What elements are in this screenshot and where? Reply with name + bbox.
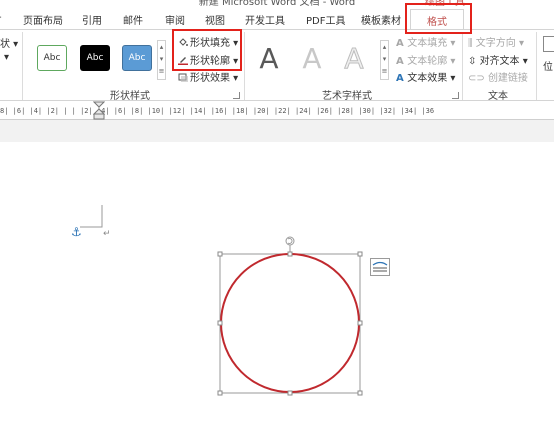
shape-style-white-label: Abc [43,53,61,63]
tab-mailings[interactable]: 邮件 [123,12,143,27]
tab-references[interactable]: 引用 [82,12,102,27]
text-effects-label: 文本效果 [407,73,448,84]
chevron-down-icon[interactable]: ▾ [381,53,388,65]
chevron-up-icon[interactable]: ▴ [381,41,388,53]
resize-handle-bottom-left[interactable] [217,390,223,396]
text-outline-button[interactable]: A 文本轮廓 ▾ [396,52,455,67]
chevron-down-icon: ▾ [447,56,456,67]
chevron-down-icon: ▾ [447,38,456,49]
shape-style-black-label: Abc [86,53,104,63]
wordart-style-outline[interactable]: A [341,41,367,75]
group-separator [462,32,463,100]
align-text-icon: ⇳ [468,56,480,67]
text-fill-button[interactable]: A 文本填充 ▾ [396,34,455,49]
paragraph-mark-icon: ↵ [103,229,111,239]
circle-outline [220,253,360,393]
selected-circle-shape[interactable] [212,232,370,400]
tab-view[interactable]: 视图 [205,12,225,27]
gallery-more-icon[interactable]: ≡ [381,65,388,77]
text-direction-button[interactable]: ⫼ 文字方向 ▾ [468,34,524,49]
resize-handle-top[interactable] [287,251,293,257]
group-separator [22,32,23,100]
shape-style-blue-label: Abc [128,53,146,63]
ruler-scale: 8| |6| |4| |2| | | |2| |4| |6| |8| |10| … [0,107,435,115]
text-fill-label: 文本填充 [407,38,448,49]
tab-templates[interactable]: 模板素材 [361,12,401,27]
text-outline-icon: A [396,56,408,67]
chevron-down-icon: ▾ [515,38,524,49]
highlight-box-shape-fill-outline [172,29,242,71]
position-partial-label[interactable]: 位 [543,58,553,73]
text-direction-label: 文字方向 [475,38,516,49]
indent-marker-icon[interactable] [93,101,105,120]
gallery-scroll[interactable]: ▴ ▾ ≡ [157,40,166,80]
document-gap [0,120,554,142]
tab-developer[interactable]: 开发工具 [245,12,285,27]
shape-effects-label: 形状效果 [190,73,230,84]
chevron-down-icon: ▾ [230,73,239,84]
chevron-down-icon: ▾ [447,73,456,84]
align-text-label: 对齐文本 [479,56,520,67]
tab-partial-left[interactable]: - [0,12,2,23]
chevron-down-icon[interactable]: ▾ [158,53,165,65]
link-icon: ⊂⊃ [468,73,488,84]
group-label-wordart: 艺术字样式 [322,91,372,102]
dialog-launcher-icon[interactable] [452,92,459,99]
partial-left-label: 状 [0,39,10,50]
group-label-shape-styles: 形状样式 [110,91,150,102]
tab-review[interactable]: 审阅 [165,12,185,27]
position-icon[interactable] [543,36,554,52]
chevron-down-icon: ▾ [10,39,19,50]
text-fill-icon: A [396,38,408,49]
gallery-more-icon[interactable]: ≡ [158,65,165,77]
resize-handle-bottom[interactable] [287,390,293,396]
align-text-button[interactable]: ⇳ 对齐文本 ▾ [468,52,528,67]
shape-effects-button[interactable]: 形状效果 ▾ [178,69,238,84]
shape-style-black[interactable]: Abc [80,45,110,71]
group-label-text: 文本 [488,91,508,102]
text-outline-label: 文本轮廓 [407,56,448,67]
text-direction-icon: ⫼ [468,38,476,49]
text-effects-button[interactable]: A 文本效果 ▾ [396,69,455,84]
wordart-style-dark[interactable]: A [256,41,282,75]
shape-style-white[interactable]: Abc [37,45,67,71]
rotate-handle-icon[interactable] [285,236,295,246]
partial-left-control[interactable]: 状 ▾ [0,35,18,50]
chevron-down-icon[interactable]: ▾ [4,52,9,63]
resize-handle-top-left[interactable] [217,251,223,257]
create-link-label: 创建链接 [487,73,528,84]
wordart-letter: A [302,41,322,75]
wordart-letter: A [344,41,364,75]
layout-options-icon[interactable] [370,258,390,276]
resize-handle-top-right[interactable] [357,251,363,257]
highlight-box-format-tab [405,3,472,34]
wordart-style-light[interactable]: A [299,41,325,75]
group-separator [244,32,245,100]
shape-effects-icon [178,73,188,82]
group-separator [536,32,537,100]
create-link-button[interactable]: ⊂⊃ 创建链接 [468,69,528,84]
resize-handle-bottom-right[interactable] [357,390,363,396]
chevron-up-icon[interactable]: ▴ [158,41,165,53]
resize-handle-left[interactable] [217,320,223,326]
wordart-letter: A [259,41,279,75]
resize-handle-right[interactable] [357,320,363,326]
tab-pdf-tools[interactable]: PDF工具 [306,12,345,27]
tab-page-layout[interactable]: 页面布局 [23,12,63,27]
dialog-launcher-icon[interactable] [233,92,240,99]
horizontal-ruler[interactable]: 8| |6| |4| |2| | | |2| |4| |6| |8| |10| … [0,101,554,120]
shape-style-blue[interactable]: Abc [122,45,152,71]
chevron-down-icon: ▾ [519,56,528,67]
text-effects-icon: A [396,73,408,84]
wordart-gallery-scroll[interactable]: ▴ ▾ ≡ [380,40,389,80]
anchor-icon[interactable]: ⚓ [71,225,82,239]
